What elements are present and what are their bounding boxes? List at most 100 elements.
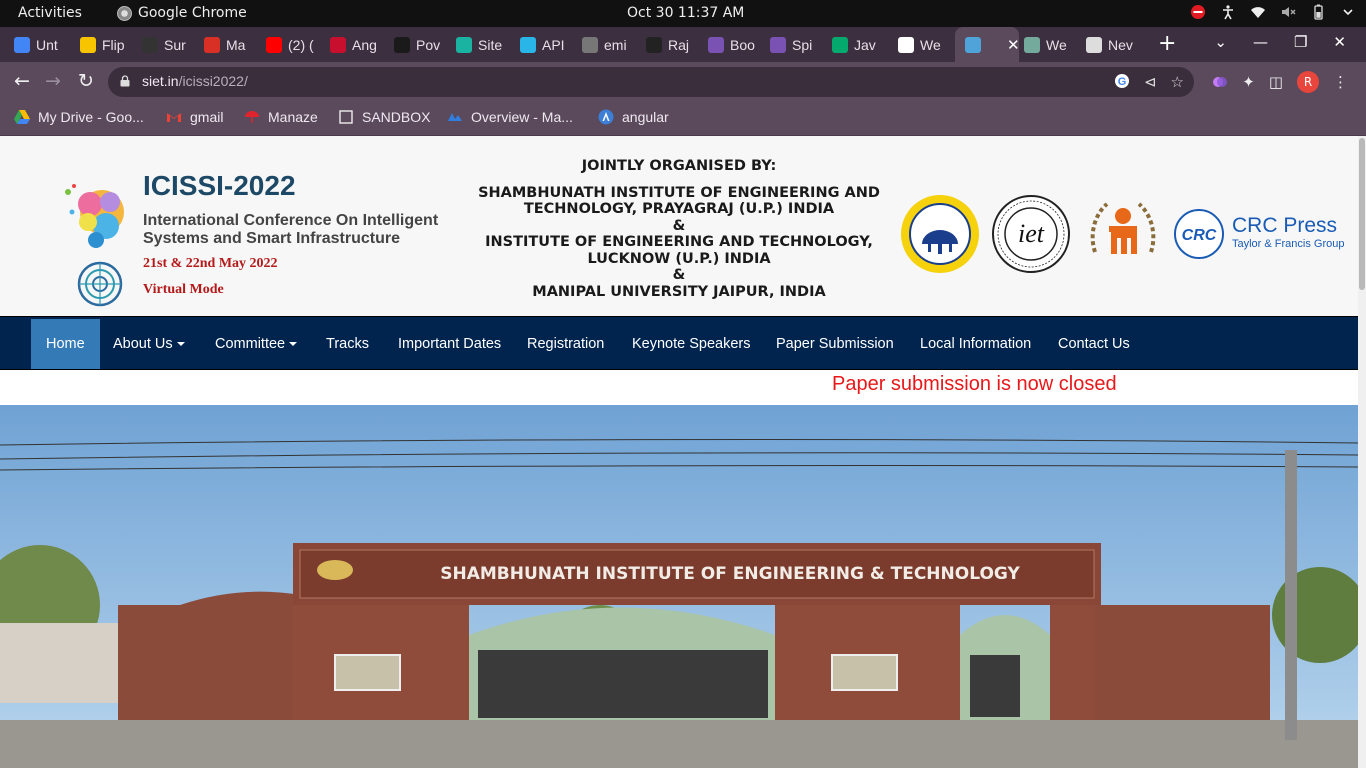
profile-avatar[interactable]: R (1297, 71, 1319, 93)
github-icon (898, 37, 914, 53)
tab[interactable]: Unt (14, 33, 64, 57)
close-window-button[interactable]: ✕ (1333, 33, 1346, 51)
tab[interactable]: Nev (1086, 33, 1138, 57)
tab[interactable]: Pov (394, 33, 442, 57)
battery-icon[interactable] (1310, 4, 1326, 20)
nav-item-about-us[interactable]: About Us (98, 319, 200, 369)
maximize-button[interactable]: ❐ (1294, 33, 1307, 51)
nav-item-keynote-speakers[interactable]: Keynote Speakers (617, 319, 766, 369)
url-path: /icissi2022/ (178, 73, 248, 89)
nav-item-label: Paper Submission (776, 336, 894, 352)
tab-active[interactable]: ✕ (955, 27, 1019, 62)
manaze-umbrella-icon (245, 111, 259, 123)
address-bar[interactable]: siet.in/icissi2022/ G ⊲ ☆ (108, 67, 1194, 97)
app-name: Google Chrome (138, 5, 247, 21)
do-not-disturb-icon[interactable] (1190, 4, 1206, 20)
web-page: ICISSI-2022 International Conference On … (0, 136, 1366, 768)
activities-button[interactable]: Activities (18, 5, 82, 21)
bookmark-manaze[interactable]: Manaze (244, 109, 318, 125)
new-tab-button[interactable]: + (1158, 31, 1176, 56)
nav-item-home[interactable]: Home (31, 319, 100, 369)
tab[interactable]: (2) ( (266, 33, 316, 57)
tab[interactable]: We (898, 33, 946, 57)
svg-text:CRC: CRC (1182, 227, 1217, 244)
bookmark-gmail[interactable]: gmail (166, 109, 223, 125)
tab-label: (2) ( (288, 37, 314, 53)
conference-logo[interactable] (62, 182, 130, 310)
system-tray[interactable] (1190, 4, 1356, 20)
google-lens-icon[interactable]: G (1114, 73, 1130, 89)
tab[interactable]: Sur (142, 33, 190, 57)
url-text[interactable]: siet.in/icissi2022/ (142, 73, 248, 89)
scrollbar-thumb[interactable] (1359, 138, 1365, 290)
tab-search-icon[interactable]: ⌄ (1214, 33, 1227, 51)
tab[interactable]: API (520, 33, 568, 57)
tab-label: Ma (226, 37, 246, 53)
tab-label: Boo (730, 37, 755, 53)
nav-item-tracks[interactable]: Tracks (311, 319, 384, 369)
nav-item-local-information[interactable]: Local Information (905, 319, 1046, 369)
tab[interactable]: Ma (204, 33, 252, 57)
bookmark-sandbox[interactable]: SANDBOX (338, 109, 430, 125)
bookmark-angular[interactable]: angular (598, 109, 669, 125)
tab[interactable]: We (1024, 33, 1074, 57)
clock[interactable]: Oct 30 11:37 AM (627, 5, 744, 21)
minimize-button[interactable]: — (1253, 33, 1268, 51)
volume-muted-icon[interactable] (1280, 4, 1296, 20)
crc-press-group: Taylor & Francis Group (1232, 238, 1345, 250)
google-docs-icon (14, 37, 30, 53)
nav-item-committee[interactable]: Committee (200, 319, 312, 369)
app-menu[interactable]: Google Chrome (117, 5, 247, 21)
tab[interactable]: Raj (646, 33, 694, 57)
crc-press-logo: CRC (1174, 209, 1224, 259)
reload-button[interactable]: ↻ (78, 71, 94, 91)
nav-item-label: Contact Us (1058, 336, 1130, 352)
tab-label: API (542, 37, 565, 53)
ampersand: & (672, 267, 686, 283)
tab[interactable]: Boo (708, 33, 756, 57)
campus-gate-photo: SHAMBHUNATH INSTITUTE OF ENGINEERING & T… (0, 405, 1358, 768)
puzzle-extensions-icon[interactable]: ✦ (1242, 73, 1255, 91)
forward-button[interactable]: → (45, 71, 61, 91)
back-button[interactable]: ← (14, 71, 30, 91)
checkbox-icon (339, 110, 353, 124)
nav-item-label: Committee (215, 336, 286, 352)
diamond-icon (456, 37, 472, 53)
accessibility-icon[interactable] (1220, 4, 1236, 20)
side-panel-icon[interactable]: ◫ (1269, 73, 1283, 91)
tab[interactable]: Flip (80, 33, 128, 57)
wifi-icon[interactable] (1250, 4, 1266, 20)
chrome-menu-icon[interactable]: ⋮ (1333, 73, 1348, 91)
omnibox-actions: G ⊲ ☆ (1114, 73, 1184, 91)
nav-item-contact-us[interactable]: Contact Us (1043, 319, 1145, 369)
lock-icon[interactable] (120, 75, 130, 87)
chrome-icon (117, 5, 132, 21)
google-drive-icon (14, 110, 30, 124)
nav-item-paper-submission[interactable]: Paper Submission (761, 319, 909, 369)
openai-icon (1024, 37, 1040, 53)
iet-lucknow-logo: iet (992, 195, 1070, 273)
ampersand: & (672, 217, 686, 234)
bookmark-my-drive[interactable]: My Drive - Goo... (14, 109, 144, 125)
tab-label: Spi (792, 37, 813, 53)
bookmark-star-icon[interactable]: ☆ (1171, 73, 1184, 91)
extension-icon[interactable] (1212, 74, 1228, 90)
tab-label: Flip (102, 37, 125, 53)
share-icon[interactable]: ⊲ (1144, 73, 1157, 91)
tab[interactable]: emi (582, 33, 630, 57)
tab-label: We (920, 37, 941, 53)
tab[interactable]: Site (456, 33, 506, 57)
tab[interactable]: Ang (330, 33, 380, 57)
tab[interactable]: Jav (832, 33, 882, 57)
page-scrollbar[interactable] (1358, 136, 1366, 768)
nav-item-registration[interactable]: Registration (512, 319, 619, 369)
b-icon (330, 37, 346, 53)
nav-item-label: Local Information (920, 336, 1032, 352)
close-tab-icon[interactable]: ✕ (1007, 36, 1019, 54)
power-menu-icon[interactable] (1340, 4, 1356, 20)
tab[interactable]: Spi (770, 33, 818, 57)
submission-closed-notice: Paper submission is now closed (832, 373, 1117, 395)
overview-icon (448, 113, 462, 121)
bookmark-overview[interactable]: Overview - Ma... (447, 109, 573, 125)
nav-item-important-dates[interactable]: Important Dates (383, 319, 516, 369)
